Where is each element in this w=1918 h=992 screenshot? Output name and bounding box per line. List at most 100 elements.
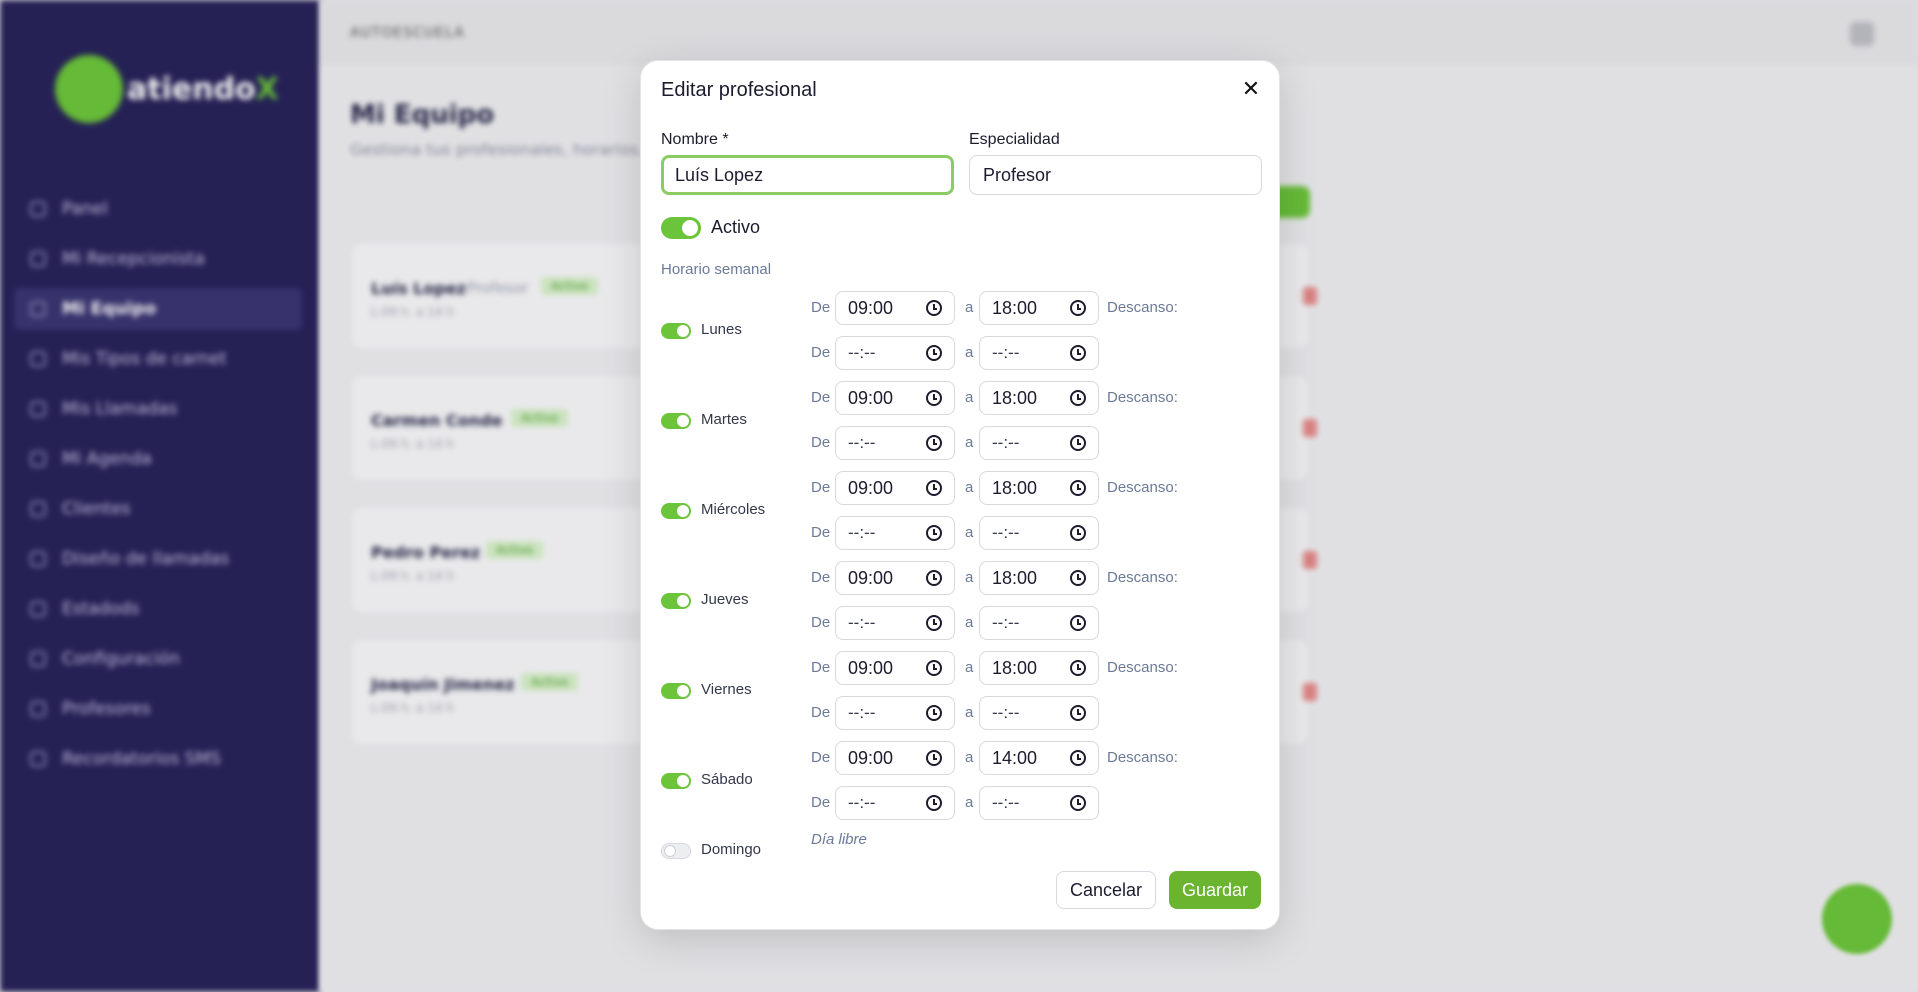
end-time-input[interactable]: 18:00 <box>979 381 1099 415</box>
break-start-input[interactable]: --:-- <box>835 606 955 640</box>
clock-icon[interactable] <box>1070 750 1086 766</box>
start-time-input[interactable]: 09:00 <box>835 471 955 505</box>
edit-professional-modal: Editar profesional ✕ Nombre * Especialid… <box>640 60 1280 930</box>
clock-icon[interactable] <box>926 795 942 811</box>
day-toggle-3[interactable] <box>661 593 691 609</box>
day-toggle-1[interactable] <box>661 413 691 429</box>
clock-icon[interactable] <box>926 750 942 766</box>
break-end-input[interactable]: --:-- <box>979 516 1099 550</box>
break-start-input[interactable]: --:-- <box>835 336 955 370</box>
day-label: Domingo <box>701 841 762 858</box>
clock-icon[interactable] <box>926 480 942 496</box>
from-label: De <box>811 524 831 541</box>
time-value: --:-- <box>992 433 1020 452</box>
start-time-input[interactable]: 09:00 <box>835 741 955 775</box>
day-off-note: Día libre <box>811 831 867 848</box>
clock-icon[interactable] <box>1070 795 1086 811</box>
to-label: a <box>965 704 974 721</box>
close-icon[interactable]: ✕ <box>1239 77 1263 102</box>
day-toggle-6[interactable] <box>661 843 691 859</box>
clock-icon[interactable] <box>926 705 942 721</box>
time-value: 14:00 <box>992 747 1038 768</box>
clock-icon[interactable] <box>1070 345 1086 361</box>
clock-icon[interactable] <box>926 435 942 451</box>
clock-icon[interactable] <box>926 345 942 361</box>
name-label: Nombre * <box>661 131 729 148</box>
name-input[interactable] <box>661 155 954 195</box>
clock-icon[interactable] <box>1070 300 1086 316</box>
to-label: a <box>965 794 974 811</box>
start-time-input[interactable]: 09:00 <box>835 561 955 595</box>
from-label: De <box>811 389 831 406</box>
to-label: a <box>965 614 974 631</box>
from-label: De <box>811 614 831 631</box>
time-value: --:-- <box>992 613 1020 632</box>
break-end-input[interactable]: --:-- <box>979 336 1099 370</box>
break-start-input[interactable]: --:-- <box>835 696 955 730</box>
break-label: Descanso: <box>1107 569 1178 586</box>
break-end-input[interactable]: --:-- <box>979 696 1099 730</box>
day-label: Miércoles <box>701 501 766 518</box>
time-value: 09:00 <box>848 387 894 408</box>
clock-icon[interactable] <box>926 525 942 541</box>
start-time-input[interactable]: 09:00 <box>835 381 955 415</box>
specialty-input[interactable] <box>969 155 1262 195</box>
to-label: a <box>965 344 974 361</box>
time-value: --:-- <box>992 703 1020 722</box>
clock-icon[interactable] <box>1070 705 1086 721</box>
time-value: --:-- <box>848 523 876 542</box>
time-value: --:-- <box>848 703 876 722</box>
to-label: a <box>965 569 974 586</box>
day-toggle-4[interactable] <box>661 683 691 699</box>
time-value: 09:00 <box>848 477 894 498</box>
to-label: a <box>965 434 974 451</box>
end-time-input[interactable]: 18:00 <box>979 651 1099 685</box>
active-label: Activo <box>711 217 761 237</box>
save-button[interactable]: Guardar <box>1169 871 1261 909</box>
break-start-input[interactable]: --:-- <box>835 786 955 820</box>
end-time-input[interactable]: 18:00 <box>979 291 1099 325</box>
to-label: a <box>965 389 974 406</box>
end-time-input[interactable]: 18:00 <box>979 561 1099 595</box>
end-time-input[interactable]: 18:00 <box>979 471 1099 505</box>
from-label: De <box>811 749 831 766</box>
to-label: a <box>965 749 974 766</box>
clock-icon[interactable] <box>926 300 942 316</box>
to-label: a <box>965 659 974 676</box>
break-end-input[interactable]: --:-- <box>979 786 1099 820</box>
clock-icon[interactable] <box>1070 525 1086 541</box>
clock-icon[interactable] <box>926 390 942 406</box>
time-value: 09:00 <box>848 657 894 678</box>
clock-icon[interactable] <box>1070 435 1086 451</box>
day-toggle-0[interactable] <box>661 323 691 339</box>
time-value: --:-- <box>848 793 876 812</box>
day-label: Martes <box>701 411 747 428</box>
day-toggle-2[interactable] <box>661 503 691 519</box>
clock-icon[interactable] <box>926 570 942 586</box>
break-label: Descanso: <box>1107 479 1178 496</box>
end-time-input[interactable]: 14:00 <box>979 741 1099 775</box>
clock-icon[interactable] <box>926 660 942 676</box>
clock-icon[interactable] <box>1070 390 1086 406</box>
clock-icon[interactable] <box>926 615 942 631</box>
start-time-input[interactable]: 09:00 <box>835 651 955 685</box>
break-label: Descanso: <box>1107 299 1178 316</box>
clock-icon[interactable] <box>1070 480 1086 496</box>
time-value: 18:00 <box>992 297 1038 318</box>
break-start-input[interactable]: --:-- <box>835 516 955 550</box>
to-label: a <box>965 299 974 316</box>
start-time-input[interactable]: 09:00 <box>835 291 955 325</box>
break-end-input[interactable]: --:-- <box>979 426 1099 460</box>
clock-icon[interactable] <box>1070 660 1086 676</box>
break-start-input[interactable]: --:-- <box>835 426 955 460</box>
time-value: --:-- <box>848 343 876 362</box>
to-label: a <box>965 479 974 496</box>
cancel-button[interactable]: Cancelar <box>1056 871 1156 909</box>
break-end-input[interactable]: --:-- <box>979 606 1099 640</box>
time-value: --:-- <box>992 343 1020 362</box>
day-toggle-5[interactable] <box>661 773 691 789</box>
clock-icon[interactable] <box>1070 570 1086 586</box>
active-toggle[interactable] <box>661 217 701 239</box>
time-value: --:-- <box>848 613 876 632</box>
clock-icon[interactable] <box>1070 615 1086 631</box>
